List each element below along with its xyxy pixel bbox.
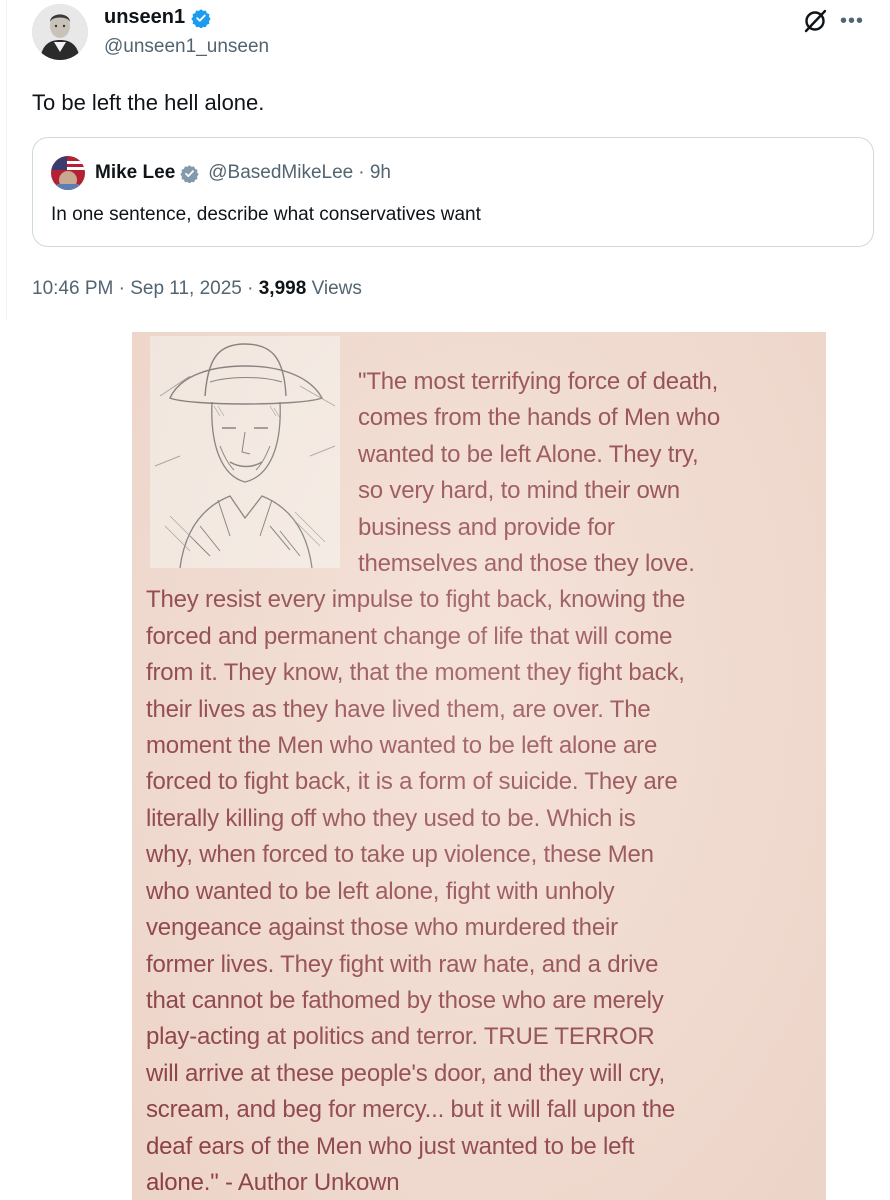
author-avatar[interactable] [32, 4, 88, 60]
quote-line: They resist every impulse to fight back,… [146, 586, 686, 614]
more-icon[interactable]: ••• [840, 11, 864, 31]
views-label: Views [311, 278, 362, 299]
quote-line: deaf ears of the Men who just wanted to … [146, 1132, 635, 1160]
quote-line: literally killing off who they used to b… [146, 804, 636, 832]
quoted-author-name[interactable]: Mike Lee [95, 162, 175, 184]
quote-line: will arrive at these people's door, and … [146, 1059, 665, 1087]
quote-line: scream, and beg for mercy... but it will… [146, 1096, 676, 1124]
quote-line: their lives as they have lived them, are… [146, 695, 651, 723]
quote-line: play-acting at politics and terror. TRUE… [146, 1023, 655, 1051]
quote-line: vengeance against those who murdered the… [146, 914, 618, 942]
tweet-meta: 10:46 PM · Sep 11, 2025 · 3,998 Views [32, 278, 362, 300]
quote-line: former lives. They fight with raw hate, … [146, 950, 659, 978]
verified-badge-icon [191, 8, 211, 28]
quote-line: why, when forced to take up violence, th… [146, 841, 654, 869]
timeline-divider [6, 0, 7, 320]
tweet-text: To be left the hell alone. [32, 90, 265, 115]
quoted-tweet[interactable]: Mike Lee @BasedMikeLee · 9h In one sente… [32, 137, 874, 247]
quote-line: alone." - Author Unkown [146, 1168, 400, 1196]
author-handle[interactable]: @unseen1_unseen [104, 36, 269, 58]
quote-line: from it. They know, that the moment they… [146, 659, 685, 687]
quoted-author-avatar[interactable] [51, 156, 85, 190]
quote-line: forced and permanent change of life that… [146, 622, 673, 650]
timestamp[interactable]: 10:46 PM · Sep 11, 2025 · [32, 278, 259, 299]
quoted-author-handle[interactable]: @BasedMikeLee [208, 162, 353, 184]
grok-icon[interactable] [802, 8, 828, 34]
views-count: 3,998 [258, 278, 307, 299]
verified-badge-icon [180, 164, 199, 183]
author-name[interactable]: unseen1 [104, 6, 185, 29]
quote-line: business and provide for [358, 513, 615, 541]
quoted-tweet-text: In one sentence, describe what conservat… [51, 204, 481, 225]
quote-line: themselves and those they love. [358, 550, 695, 578]
quote-line: that cannot be fathomed by those who are… [146, 986, 664, 1014]
quote-line: moment the Men who wanted to be left alo… [146, 732, 658, 760]
attached-image[interactable]: "The most terrifying force of death, come… [132, 332, 826, 1200]
quote-text-block: "The most terrifying force of death, come… [146, 364, 818, 1200]
quote-line: forced to fight back, it is a form of su… [146, 768, 678, 796]
quote-line: comes from the hands of Men who [358, 404, 720, 432]
quote-line: who wanted to be left alone, fight with … [146, 877, 615, 905]
quote-line: "The most terrifying force of death, [358, 368, 719, 395]
quote-line: so very hard, to mind their own [358, 477, 680, 505]
quote-line: wanted to be left Alone. They try, [358, 440, 699, 468]
quoted-age: · 9h [358, 162, 391, 183]
